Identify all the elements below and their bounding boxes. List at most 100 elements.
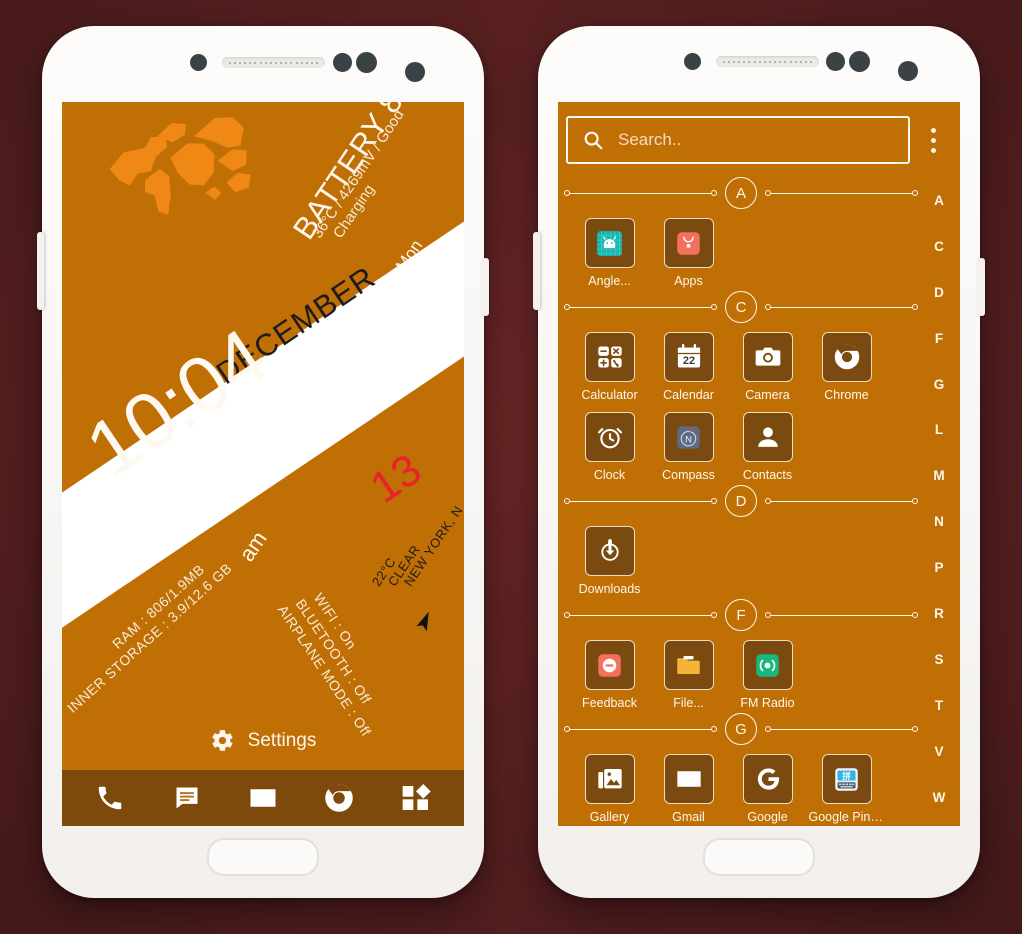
phone-icon[interactable] [93,781,127,815]
settings-shortcut[interactable]: Settings [62,728,464,753]
gallery-icon [584,754,635,804]
chrome-icon[interactable] [322,781,356,815]
app-drawer-screen[interactable]: Search.. A Angle... Apps C Calculator 22… [558,102,960,826]
alpha-index-m[interactable]: M [933,469,944,483]
calendar-icon: 22 [663,332,714,382]
gear-icon [212,730,233,751]
proximity-sensor-icon [190,54,207,71]
alpha-index-n[interactable]: N [934,515,944,529]
alpha-index-w[interactable]: W [933,791,946,805]
email-icon[interactable] [246,781,280,815]
alpha-index-v[interactable]: V [934,745,943,759]
app-item-compass[interactable]: N Compass [649,412,728,482]
app-label: Compass [662,468,715,482]
alpha-index-a[interactable]: A [934,194,944,208]
app-drawer-icon[interactable] [399,781,433,815]
app-label: Angle... [588,274,631,288]
app-item-contacts[interactable]: Contacts [728,412,807,482]
search-input[interactable]: Search.. [566,116,910,164]
messages-icon[interactable] [170,781,204,815]
chrome-icon [821,332,872,382]
app-item-apps[interactable]: Apps [649,218,728,288]
earpiece-speaker [716,56,819,67]
app-item-downloads[interactable]: Downloads [570,526,649,596]
front-camera-icon [898,61,918,81]
power-button-left[interactable] [482,258,489,316]
svg-text:拼: 拼 [842,770,851,781]
app-item-calendar[interactable]: 22 Calendar [649,332,728,402]
front-camera-icon [405,62,425,82]
alpha-index-g[interactable]: G [934,378,945,392]
app-label: Google [747,810,788,824]
alpha-index-c[interactable]: C [934,240,944,254]
volume-button-right[interactable] [533,232,540,310]
app-item-clock[interactable]: Clock [570,412,649,482]
app-drawer: Search.. A Angle... Apps C Calculator 22… [558,102,960,826]
app-label: Calculator [581,388,638,402]
feedback-icon [584,640,635,690]
app-label: Camera [745,388,790,402]
app-row: Clock N Compass Contacts [564,404,918,484]
world-map-graphic [109,117,251,215]
app-label: Downloads [578,582,641,596]
app-label: Calendar [663,388,714,402]
alpha-index-d[interactable]: D [934,286,944,300]
angle-icon [584,218,635,268]
app-list[interactable]: A Angle... Apps C Calculator 22 Calendar… [558,176,918,826]
alpha-index-t[interactable]: T [935,699,943,713]
home-button-left[interactable] [207,838,319,876]
search-icon [584,131,603,150]
app-label: Chrome [824,388,869,402]
alphabet-index[interactable]: A C D F G L M N P R S T V W [918,176,960,826]
app-label: Google Pinyin Input [808,810,885,824]
apps-store-icon [663,218,714,268]
pinyin-keyboard-icon: 拼 [821,754,872,804]
screenshot-stage: BATTERY 88% 36°C / 4269mV / Good Chargin… [0,0,1022,934]
power-button-right[interactable] [978,258,985,316]
divider-line-right [765,498,918,504]
section-divider-c: C [564,290,918,324]
home-screen[interactable]: BATTERY 88% 36°C / 4269mV / Good Chargin… [62,102,464,826]
light-sensor-icon [333,53,352,72]
app-item-file-manager[interactable]: File... [649,640,728,710]
divider-line-left [564,612,717,618]
app-row: Gallery Gmail Google 拼 Google Pinyin [564,746,918,826]
app-item-gallery[interactable]: Gallery [570,754,649,824]
compass-icon: N [663,412,714,462]
proximity-sensor-icon [684,53,701,70]
mouse-cursor-icon [416,611,429,632]
app-row: Calculator 22 Calendar Camera Chrome [564,324,918,404]
alpha-index-f[interactable]: F [935,332,943,346]
app-item-fm-radio[interactable]: FM Radio [728,640,807,710]
contacts-icon [742,412,793,462]
volume-button-left[interactable] [37,232,44,310]
alpha-index-r[interactable]: R [934,607,944,621]
app-label: Gallery [589,810,630,824]
settings-label: Settings [247,729,317,751]
app-item-feedback[interactable]: Feedback [570,640,649,710]
calculator-icon [584,332,635,382]
phone-left: BATTERY 88% 36°C / 4269mV / Good Chargin… [37,26,489,898]
alpha-index-p[interactable]: P [934,561,943,575]
section-divider-f: F [564,598,918,632]
phone-right: Search.. A Angle... Apps C Calculator 22… [533,26,985,898]
app-item-camera[interactable]: Camera [728,332,807,402]
section-letter-badge: G [725,713,757,745]
section-letter-badge: F [725,599,757,631]
home-button-right[interactable] [703,838,815,876]
divider-line-left [564,304,717,310]
app-item-google[interactable]: Google [728,754,807,824]
app-item-gmail[interactable]: Gmail [649,754,728,824]
divider-line-left [564,726,717,732]
app-item-angle[interactable]: Angle... [570,218,649,288]
day-number: 13 [362,444,430,513]
earpiece-speaker [222,57,325,68]
file-manager-icon [663,640,714,690]
app-item-chrome[interactable]: Chrome [807,332,886,402]
alpha-index-s[interactable]: S [934,653,943,667]
kebab-menu-icon[interactable] [916,127,950,153]
airplane-mode-status: AIRPLANE MODE : Off [274,602,375,740]
app-item-calculator[interactable]: Calculator [570,332,649,402]
app-item-google-pinyin[interactable]: 拼 Google Pinyin Input [807,754,886,824]
alpha-index-l[interactable]: L [935,423,943,437]
